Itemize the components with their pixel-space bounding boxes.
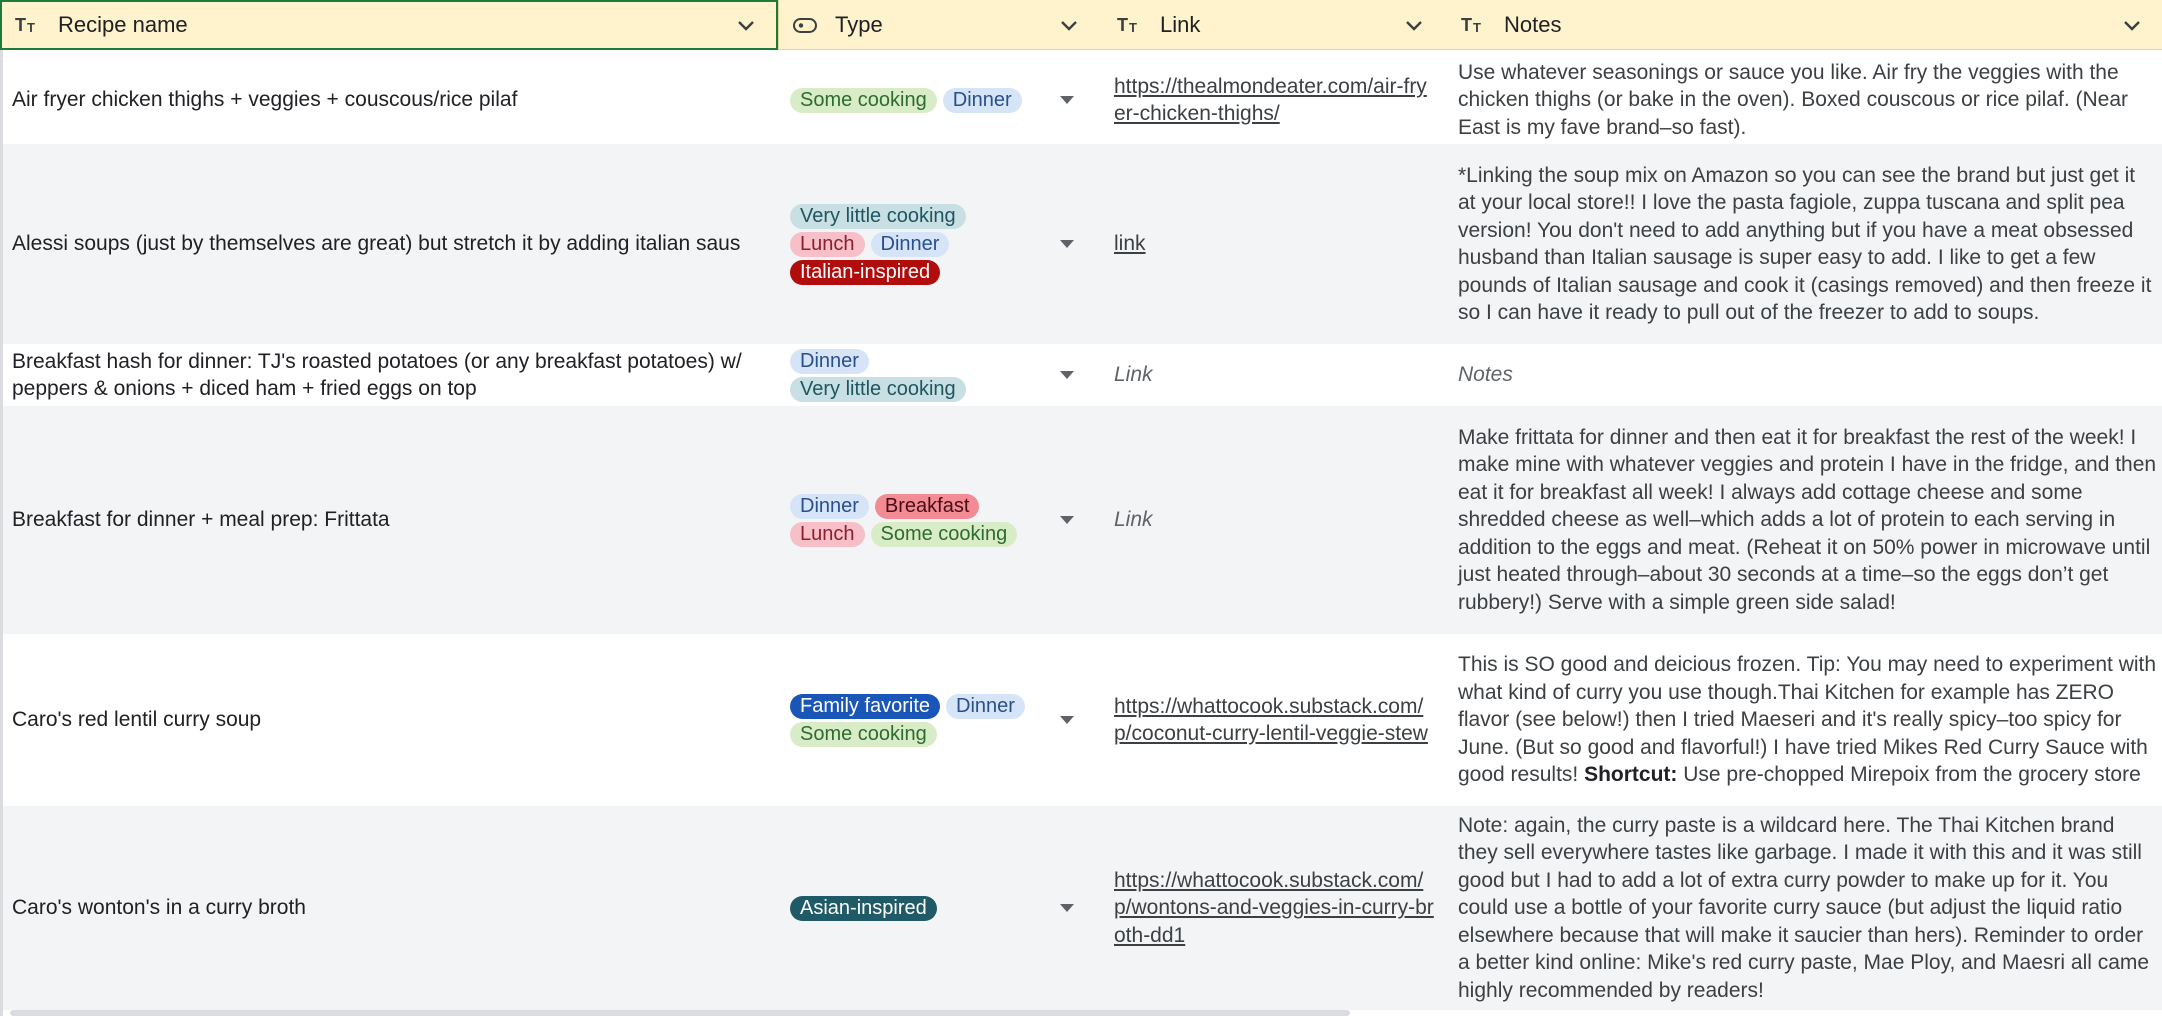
type-chip[interactable]: Lunch [790, 521, 865, 547]
notes-text: Use whatever seasonings or sauce you lik… [1458, 60, 2129, 139]
type-chip[interactable]: Some cooking [870, 521, 1018, 547]
type-chip[interactable]: Very little cooking [790, 203, 966, 229]
notes-bold-text: Shortcut: [1584, 763, 1678, 787]
type-cell[interactable]: Asian-inspired [790, 806, 1074, 1010]
recipe-name-cell[interactable]: Caro's wonton's in a curry broth [12, 806, 780, 1010]
recipe-name-cell[interactable]: Air fryer chicken thighs + veggies + cou… [12, 56, 780, 144]
notes-text: Note: again, the curry paste is a wildca… [1458, 813, 2150, 1002]
chevron-down-icon[interactable] [1402, 13, 1426, 37]
recipe-table: TT Recipe name Type TT Link T T Notes Ai… [0, 0, 2162, 1016]
dropdown-arrow-icon[interactable] [1060, 716, 1074, 724]
notes-cell[interactable]: This is SO good and deicious frozen. Tip… [1458, 634, 2158, 806]
link-cell[interactable]: link [1114, 144, 1434, 344]
svg-text:T: T [15, 15, 26, 35]
type-chips: Dinner Very little cooking [790, 347, 1040, 403]
type-cell[interactable]: Dinner Breakfast Lunch Some cooking [790, 406, 1074, 634]
recipe-name-cell[interactable]: Caro's red lentil curry soup [12, 634, 780, 806]
notes-text: *Linking the soup mix on Amazon so you c… [1458, 163, 2152, 325]
type-cell[interactable]: Dinner Very little cooking [790, 344, 1074, 406]
link-cell[interactable]: https://whattocook.substack.com/p/wonton… [1114, 806, 1434, 1010]
link-cell[interactable]: https://thealmondeater.com/air-fryer-chi… [1114, 56, 1434, 144]
notes-cell[interactable]: Notes [1458, 344, 2158, 406]
recipe-name-cell[interactable]: Breakfast hash for dinner: TJ's roasted … [12, 344, 780, 406]
left-border [0, 50, 3, 1016]
table-row[interactable]: Air fryer chicken thighs + veggies + cou… [0, 56, 2162, 144]
type-chips: Asian-inspired [790, 894, 1040, 922]
type-chip[interactable]: Some cooking [790, 87, 937, 113]
column-header-type[interactable]: Type [779, 0, 1099, 50]
column-header-label: Link [1160, 12, 1201, 37]
text-type-icon: TT [1116, 13, 1144, 37]
chevron-down-icon[interactable] [2120, 13, 2144, 37]
type-chip[interactable]: Dinner [942, 87, 1022, 113]
dropdown-arrow-icon[interactable] [1060, 516, 1074, 524]
column-header-label: Type [835, 12, 883, 37]
recipe-link[interactable]: https://whattocook.substack.com/p/coconu… [1114, 693, 1434, 748]
notes-cell[interactable]: Note: again, the curry paste is a wildca… [1458, 806, 2158, 1010]
text-type-icon: TT [14, 13, 42, 37]
chevron-down-icon[interactable] [1057, 13, 1081, 37]
type-chips: Some cooking Dinner [790, 86, 1040, 114]
svg-text:T: T [27, 20, 35, 35]
recipe-link[interactable]: https://whattocook.substack.com/p/wonton… [1114, 867, 1434, 950]
dropdown-arrow-icon[interactable] [1060, 904, 1074, 912]
type-chips: Dinner Breakfast Lunch Some cooking [790, 492, 1040, 548]
type-cell[interactable]: Very little cooking Lunch Dinner Italian-in… [790, 144, 1074, 344]
dropdown-arrow-icon[interactable] [1060, 96, 1074, 104]
dropdown-arrow-icon[interactable] [1060, 240, 1074, 248]
type-chip[interactable]: Dinner [790, 493, 869, 519]
notes-cell[interactable]: *Linking the soup mix on Amazon so you c… [1458, 144, 2158, 344]
type-cell[interactable]: Family favorite Dinner Some cooking [790, 634, 1074, 806]
column-header-label: Notes [1504, 12, 1562, 37]
horizontal-scrollbar[interactable] [10, 1010, 1350, 1016]
type-chip[interactable]: Lunch [790, 231, 865, 257]
svg-text:T: T [1461, 15, 1472, 35]
recipe-name-cell[interactable]: Alessi soups (just by themselves are gre… [12, 144, 780, 344]
chevron-down-icon[interactable] [734, 13, 758, 37]
notes-cell[interactable]: Use whatever seasonings or sauce you lik… [1458, 56, 2158, 144]
link-cell[interactable]: Link [1114, 406, 1434, 634]
type-chip[interactable]: Dinner [946, 693, 1025, 719]
table-row[interactable]: Caro's red lentil curry soup Family favo… [0, 634, 2162, 806]
svg-text:T: T [1129, 20, 1137, 35]
type-chip[interactable]: Italian-inspired [790, 259, 941, 285]
type-chip[interactable]: Asian-inspired [790, 895, 937, 921]
link-placeholder[interactable]: Link [1114, 361, 1153, 389]
link-cell[interactable]: https://whattocook.substack.com/p/coconu… [1114, 634, 1434, 806]
notes-text: This is SO good and deicious frozen. Tip… [1458, 651, 2158, 789]
recipe-name-cell[interactable]: Breakfast for dinner + meal prep: Fritta… [12, 406, 780, 634]
recipe-link[interactable]: https://thealmondeater.com/air-fryer-chi… [1114, 73, 1434, 128]
type-chip[interactable]: Family favorite [790, 693, 941, 719]
type-chip[interactable]: Very little cooking [790, 376, 966, 402]
table-row[interactable]: Breakfast for dinner + meal prep: Fritta… [0, 406, 2162, 634]
svg-text:T: T [1473, 20, 1481, 35]
text-type-icon: TT [1460, 13, 1488, 37]
type-chip[interactable]: Breakfast [874, 493, 980, 519]
notes-cell[interactable]: Make frittata for dinner and then eat it… [1458, 406, 2158, 634]
notes-text: Make frittata for dinner and then eat it… [1458, 425, 2157, 614]
dropdown-arrow-icon[interactable] [1060, 371, 1074, 379]
link-placeholder[interactable]: Link [1114, 506, 1153, 534]
type-chip[interactable]: Some cooking [790, 721, 937, 747]
type-cell[interactable]: Some cooking Dinner [790, 56, 1074, 144]
notes-text-part: Use pre-chopped Mirepoix from the grocer… [1677, 763, 2141, 787]
type-chips: Family favorite Dinner Some cooking [790, 692, 1040, 748]
table-row[interactable]: Alessi soups (just by themselves are gre… [0, 144, 2162, 344]
type-chip[interactable]: Dinner [870, 231, 950, 257]
notes-placeholder[interactable]: Notes [1458, 361, 1513, 389]
type-chips: Very little cooking Lunch Dinner Italian-in… [790, 202, 1040, 286]
column-header-link[interactable]: TT Link [1104, 0, 1444, 50]
type-chip[interactable]: Dinner [790, 348, 869, 374]
column-header-recipe-name[interactable]: TT Recipe name [0, 0, 778, 50]
table-row[interactable]: Breakfast hash for dinner: TJ's roasted … [0, 344, 2162, 406]
svg-text:T: T [1117, 15, 1128, 35]
column-header-label: Recipe name [58, 12, 188, 37]
table-header: TT Recipe name Type TT Link T T Notes [0, 0, 2162, 50]
table-row[interactable]: Caro's wonton's in a curry broth Asian-i… [0, 806, 2162, 1010]
link-cell[interactable]: Link [1114, 344, 1434, 406]
recipe-link[interactable]: link [1114, 230, 1146, 258]
select-type-icon [791, 13, 819, 37]
column-header-notes[interactable]: TT Notes [1448, 0, 2162, 50]
